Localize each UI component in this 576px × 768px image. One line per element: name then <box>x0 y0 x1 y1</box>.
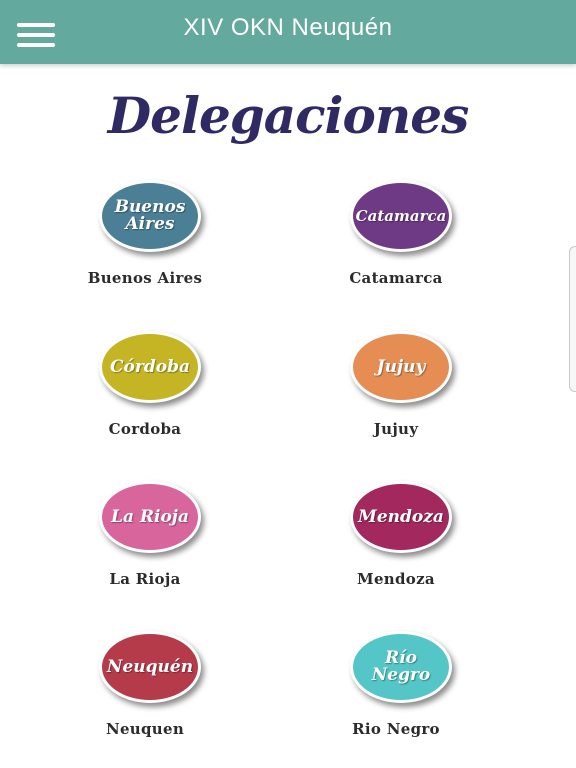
delegation-mendoza[interactable]: Mendoza Mendoza <box>296 477 496 607</box>
delegation-label: Buenos Aires <box>87 269 203 287</box>
delegation-label: Catamarca <box>349 269 443 287</box>
delegation-label: Rio Negro <box>352 720 440 738</box>
badge-text: Catamarca <box>355 206 447 225</box>
delegation-la-rioja[interactable]: La Rioja La Rioja <box>45 477 245 607</box>
side-drawer-handle[interactable] <box>569 246 576 392</box>
delegation-badge: La Rioja <box>99 481 201 553</box>
delegation-badge: Mendoza <box>350 481 452 553</box>
app-bar: XIV OKN Neuquén <box>0 0 576 64</box>
page-heading: Delegaciones <box>107 86 469 145</box>
delegation-label: Neuquen <box>105 720 185 738</box>
badge-text: Córdoba <box>110 356 190 377</box>
badge-text: La Rioja <box>111 506 189 527</box>
delegation-badge: Catamarca <box>350 180 452 252</box>
delegation-catamarca[interactable]: Catamarca Catamarca <box>296 176 496 306</box>
delegation-badge: Río Negro <box>350 631 452 703</box>
badge-text: Jujuy <box>376 356 426 377</box>
badge-text: Neuquén <box>106 656 194 677</box>
delegation-badge: Buenos Aires <box>99 180 201 252</box>
badge-text: Mendoza <box>358 506 444 527</box>
delegation-label: La Rioja <box>109 570 181 588</box>
delegation-label: Jujuy <box>373 420 419 438</box>
delegation-badge: Jujuy <box>350 331 452 403</box>
delegation-label: Mendoza <box>357 570 435 588</box>
delegation-jujuy[interactable]: Jujuy Jujuy <box>296 327 496 457</box>
delegation-buenos-aires[interactable]: Buenos Aires Buenos Aires <box>45 176 245 306</box>
app-title: XIV OKN Neuquén <box>183 14 393 41</box>
delegation-rio-negro[interactable]: Río Negro Rio Negro <box>296 627 496 757</box>
badge-text: Río Negro <box>371 648 431 685</box>
delegation-cordoba[interactable]: Córdoba Cordoba <box>45 327 245 457</box>
menu-bar <box>17 43 55 47</box>
badge-text: Buenos Aires <box>114 197 186 234</box>
delegation-badge: Córdoba <box>99 331 201 403</box>
delegation-label: Cordoba <box>108 420 182 438</box>
delegation-badge: Neuquén <box>99 631 201 703</box>
delegation-neuquen[interactable]: Neuquén Neuquen <box>45 627 245 757</box>
